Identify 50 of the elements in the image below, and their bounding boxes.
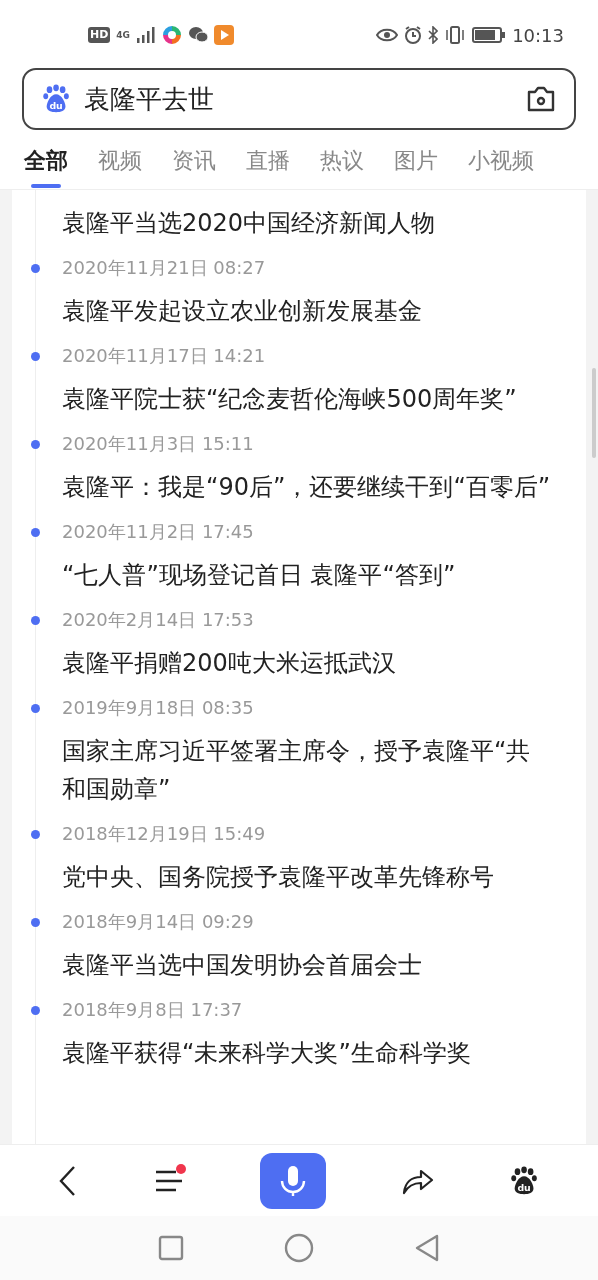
tab[interactable]: 视频: [98, 147, 142, 189]
battery-icon: [472, 27, 507, 43]
news-title[interactable]: 袁隆平当选中国发明协会首届会士: [62, 946, 554, 984]
clock: 10:13: [512, 23, 564, 48]
news-title[interactable]: 袁隆平捐赠200吨大米运抵武汉: [62, 644, 554, 682]
news-date: 2018年9月14日 09:29: [62, 910, 255, 934]
vibrate-icon: [444, 26, 467, 44]
recents-icon[interactable]: [158, 1235, 184, 1261]
tab[interactable]: 全部: [24, 147, 68, 189]
tab[interactable]: 图片: [394, 147, 438, 189]
news-title[interactable]: 袁隆平院士获“纪念麦哲伦海峡500周年奖”: [62, 380, 554, 418]
home-icon[interactable]: [284, 1233, 314, 1263]
news-title[interactable]: 袁隆平发起设立农业创新发展基金: [62, 292, 554, 330]
tab[interactable]: 小视频: [468, 147, 534, 189]
tab[interactable]: 资讯: [172, 147, 216, 189]
news-date: 2020年11月3日 15:11: [62, 432, 255, 456]
news-title[interactable]: 袁隆平当选2020中国经济新闻人物: [62, 204, 554, 242]
news-date: 2019年9月18日 08:35: [62, 696, 255, 720]
search-logo: du: [42, 84, 72, 114]
camera-icon[interactable]: [526, 86, 556, 112]
home-logo[interactable]: du: [510, 1165, 540, 1196]
back-nav-icon[interactable]: [414, 1234, 440, 1262]
play-app-icon: [214, 25, 234, 45]
app-icon: [162, 25, 182, 45]
alarm-icon: [404, 26, 423, 44]
signal-icon: [136, 27, 156, 43]
eye-icon: [376, 28, 399, 42]
tab-indicator: [31, 184, 61, 188]
news-date: 2018年12月19日 15:49: [62, 822, 267, 846]
network-label: 4G: [116, 30, 130, 40]
news-title[interactable]: 袁隆平：我是“90后”，还要继续干到“百零后”: [62, 468, 554, 506]
news-date: 2020年11月17日 14:21: [62, 344, 267, 368]
back-icon[interactable]: [58, 1164, 78, 1197]
news-date: 2020年2月14日 17:53: [62, 608, 255, 632]
bluetooth-icon: [428, 26, 439, 44]
news-date: 2020年11月21日 08:27: [62, 256, 267, 280]
voice-button[interactable]: [260, 1152, 326, 1209]
chat-icon: [188, 26, 208, 44]
news-title[interactable]: “七人普”现场登记首日 袁隆平“答到”: [62, 556, 554, 594]
microphone-icon: [279, 1164, 307, 1197]
news-date: 2018年9月8日 17:37: [62, 998, 244, 1022]
search-query: 袁隆平去世: [84, 82, 215, 116]
news-date: 2020年11月2日 17:45: [62, 520, 255, 544]
news-title[interactable]: 党中央、国务院授予袁隆平改革先锋称号: [62, 858, 554, 896]
tab[interactable]: 热议: [320, 147, 364, 189]
search-field[interactable]: du 袁隆平去世: [22, 68, 576, 130]
news-title[interactable]: 国家主席习近平签署主席令，授予袁隆平“共和国勋章”: [62, 732, 554, 808]
tab[interactable]: 直播: [246, 147, 290, 189]
news-title[interactable]: 袁隆平获得“未来科学大奖”生命科学奖: [62, 1034, 554, 1072]
hd-badge: HD: [88, 27, 111, 43]
